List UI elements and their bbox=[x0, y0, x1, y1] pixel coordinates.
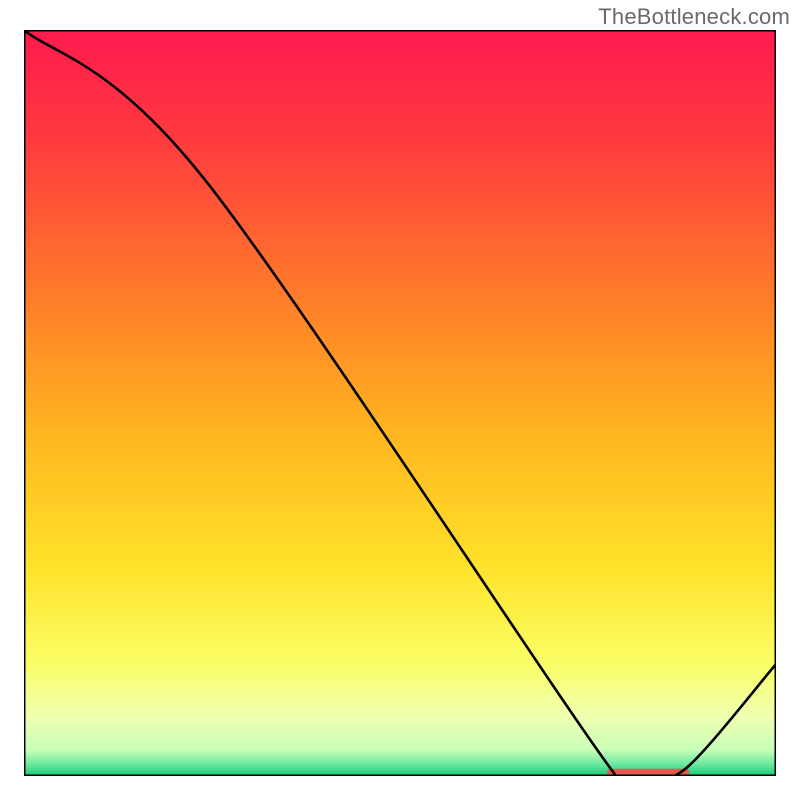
chart-plot-area bbox=[24, 30, 776, 776]
chart-svg bbox=[24, 30, 776, 776]
chart-frame: TheBottleneck.com bbox=[0, 0, 800, 800]
watermark-text: TheBottleneck.com bbox=[598, 4, 790, 30]
chart-background-gradient bbox=[24, 30, 776, 776]
